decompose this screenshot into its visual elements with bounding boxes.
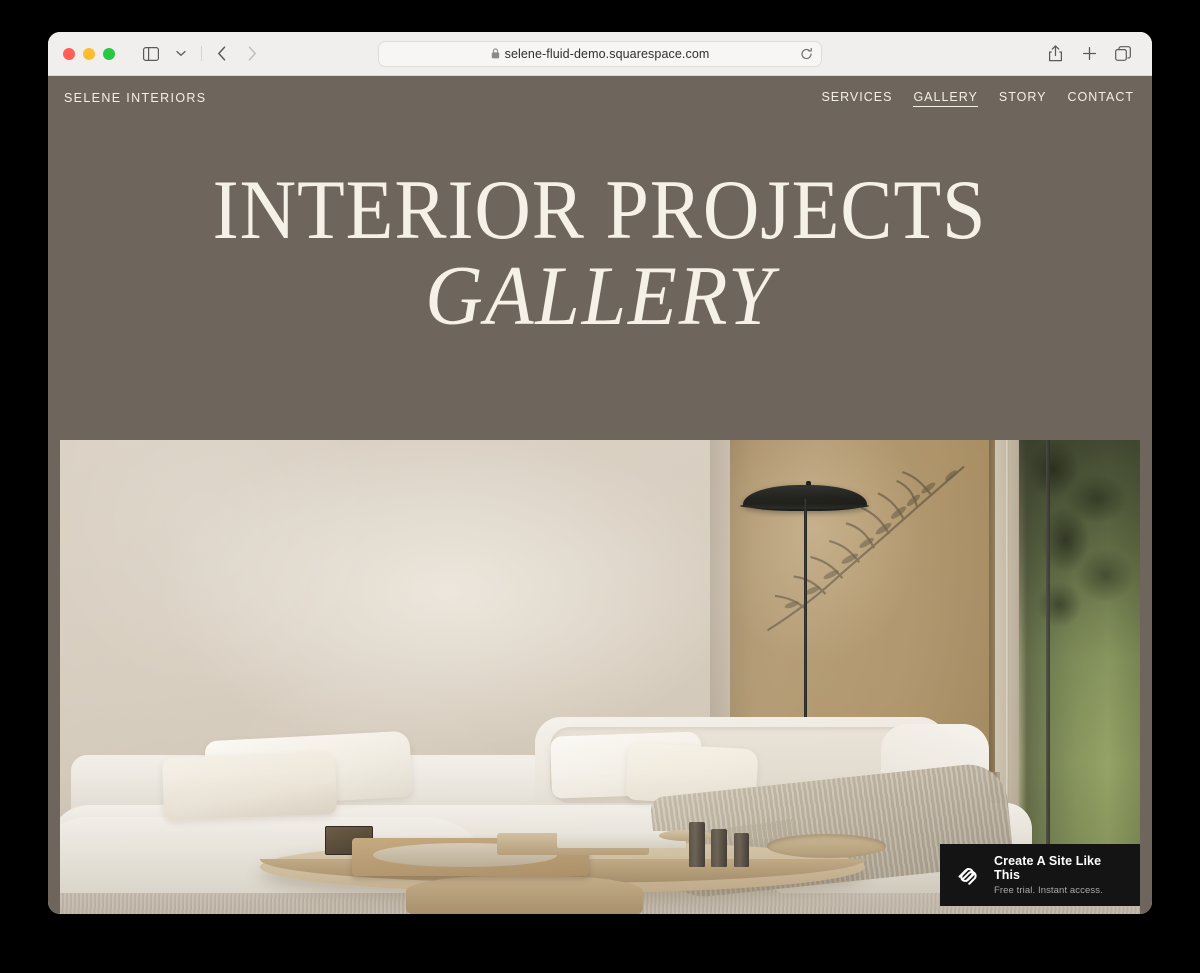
photo-coffee-table-base: [405, 876, 644, 914]
photo-window-mullion-2: [1046, 440, 1051, 914]
toolbar-divider: [201, 46, 202, 61]
photo-round-bowl: [767, 834, 887, 859]
plus-icon[interactable]: [1077, 41, 1101, 67]
hero-photo: [60, 440, 1140, 914]
site-logo[interactable]: SELENE INTERIORS: [64, 91, 206, 105]
squarespace-logo-icon: [954, 862, 980, 888]
browser-window: selene-fluid-demo.squarespace.com SELENE…: [48, 32, 1152, 914]
photo-cushion-2: [161, 752, 337, 820]
close-window-button[interactable]: [63, 47, 75, 60]
chevron-down-icon[interactable]: [167, 41, 195, 67]
lock-icon: [491, 48, 500, 59]
browser-toolbar: selene-fluid-demo.squarespace.com: [48, 32, 1152, 76]
nav-link-gallery[interactable]: GALLERY: [913, 90, 978, 107]
web-page-viewport: SELENE INTERIORS SERVICES GALLERY STORY …: [48, 76, 1152, 914]
hero-title-line-1: INTERIOR PROJECTS: [213, 162, 987, 257]
minimize-window-button[interactable]: [83, 47, 95, 60]
squarespace-promo-text: Create A Site Like This Free trial. Inst…: [994, 854, 1126, 896]
nav-link-contact[interactable]: CONTACT: [1068, 90, 1135, 107]
promo-subtitle: Free trial. Instant access.: [994, 885, 1103, 896]
hero-heading-block: INTERIOR PROJECTS GALLERY: [48, 120, 1152, 408]
nav-link-story[interactable]: STORY: [999, 90, 1047, 107]
photo-candle-2: [711, 828, 728, 867]
photo-window-foliage: [1015, 440, 1140, 734]
desktop-backdrop: selene-fluid-demo.squarespace.com SELENE…: [0, 0, 1200, 973]
tab-overview-icon[interactable]: [1111, 41, 1135, 67]
photo-candle-1: [688, 821, 705, 867]
forward-arrow-icon[interactable]: [238, 41, 266, 67]
toolbar-actions: [1043, 41, 1152, 67]
address-url-text: selene-fluid-demo.squarespace.com: [504, 46, 710, 61]
share-icon[interactable]: [1043, 41, 1067, 67]
squarespace-promo-badge[interactable]: Create A Site Like This Free trial. Inst…: [940, 844, 1140, 906]
reload-icon[interactable]: [800, 47, 813, 60]
address-bar[interactable]: selene-fluid-demo.squarespace.com: [378, 40, 822, 67]
photo-small-bowl: [659, 829, 714, 841]
zoom-window-button[interactable]: [103, 47, 115, 60]
site-navigation: SERVICES GALLERY STORY CONTACT: [821, 90, 1136, 107]
hero-title-line-2: GALLERY: [425, 249, 775, 344]
photo-candle-3: [733, 833, 750, 867]
back-arrow-icon[interactable]: [208, 41, 236, 67]
photo-floor-lamp: [804, 499, 808, 741]
promo-title: Create A Site Like This: [994, 854, 1102, 882]
nav-link-services[interactable]: SERVICES: [821, 90, 892, 107]
window-controls: [48, 47, 115, 60]
site-header: SELENE INTERIORS SERVICES GALLERY STORY …: [48, 76, 1152, 120]
sidebar-icon[interactable]: [137, 41, 165, 67]
navigation-controls: [137, 41, 266, 67]
